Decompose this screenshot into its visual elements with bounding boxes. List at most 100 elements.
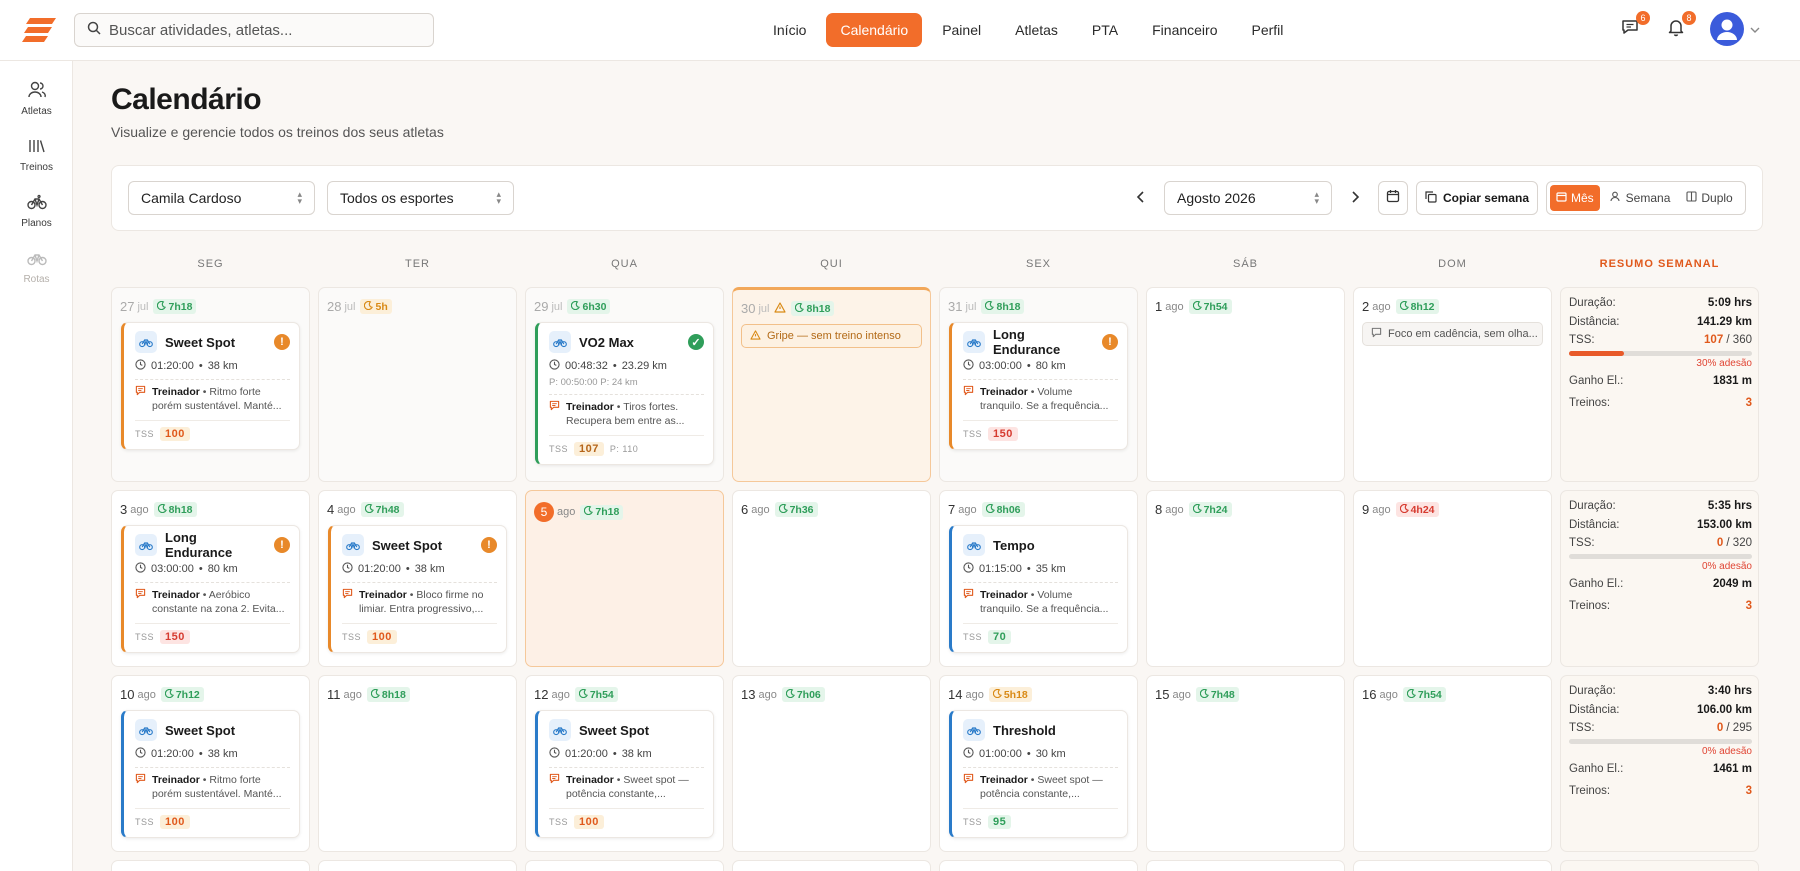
workout-card[interactable]: Sweet Spot 01:20:00 • 38 km Treinador • Swee…	[535, 710, 714, 838]
sleep-hours-value: 8h18	[806, 302, 831, 315]
view-month-button[interactable]: Mês	[1550, 185, 1600, 211]
nav-atletas[interactable]: Atletas	[1001, 13, 1072, 47]
tss-row: TSS 100	[342, 623, 497, 652]
user-menu[interactable]	[1710, 12, 1760, 46]
day-cell[interactable]: 12 ago 7h54 Sweet Spot 01:20:00 • 38 km Treinad…	[525, 675, 724, 852]
summary-tss-value-group: 0 / 295	[1717, 722, 1752, 734]
tss-planned: P: 110	[609, 444, 639, 454]
notifications-button[interactable]: 8	[1664, 11, 1696, 41]
next-month-button[interactable]	[1350, 190, 1360, 209]
day-cell[interactable]: 29 jul 6h30 VO2 Max ✓ 00:48:32 • 23.29 km P: 00:…	[525, 287, 724, 482]
nav-financeiro[interactable]: Financeiro	[1138, 13, 1231, 47]
workout-name: Long Endurance	[993, 327, 1061, 357]
nav-perfil[interactable]: Perfil	[1238, 13, 1298, 47]
nav-painel[interactable]: Painel	[928, 13, 995, 47]
workout-card[interactable]: VO2 Max ✓ 00:48:32 • 23.29 km P: 00:50:00 P: …	[535, 322, 714, 465]
sleep-hours-badge: 7h54	[1402, 687, 1446, 702]
day-cell[interactable]: 11 ago 8h18	[318, 675, 517, 852]
day-cell[interactable]	[732, 860, 931, 871]
day-cell[interactable]	[318, 860, 517, 871]
coach-note-body: Treinador • Sweet spot — potência consta…	[980, 774, 1103, 800]
app-logo[interactable]	[18, 14, 58, 46]
search-input[interactable]	[109, 21, 409, 39]
sleep-hours-value: 7h24	[1203, 503, 1228, 516]
divider	[342, 582, 497, 583]
day-cell[interactable]: 10 ago 7h12 Sweet Spot 01:20:00 • 38 km Treinad…	[111, 675, 310, 852]
day-cell[interactable]	[1353, 860, 1552, 871]
prev-month-button[interactable]	[1136, 190, 1146, 209]
sidebar-item-treinos[interactable]: Treinos	[0, 137, 73, 173]
tss-value: 100	[574, 815, 604, 829]
month-select[interactable]: Agosto 2026 ▴ ▾	[1164, 181, 1332, 215]
nav-pta[interactable]: PTA	[1078, 13, 1132, 47]
workout-card[interactable]: Sweet Spot! 01:20:00 • 38 km Treinador • Rit…	[121, 322, 300, 450]
day-cell[interactable]	[1146, 860, 1345, 871]
day-cell[interactable]: 16 ago 7h54	[1353, 675, 1552, 852]
day-cell[interactable]: 8 ago 7h24	[1146, 490, 1345, 667]
sick-note-text: Gripe — sem treino intenso	[767, 330, 901, 342]
day-cell[interactable]: 3 ago 8h18 Long Endurance! 03:00:00 • 80 km Tre…	[111, 490, 310, 667]
tss-label: TSS	[135, 817, 155, 827]
sidebar-item-planos[interactable]: Planos	[0, 193, 73, 229]
sleep-hours-badge: 8h06	[981, 502, 1025, 517]
messages-button[interactable]: 6	[1618, 11, 1650, 41]
day-header: 5 ago 7h18	[534, 502, 624, 522]
workout-card[interactable]: Long Endurance! 03:00:00 • 80 km Treinador •…	[121, 525, 300, 653]
day-cell[interactable]: 30 jul 8h18 Gripe — sem treino intenso	[732, 287, 931, 482]
nav-calendario[interactable]: Calendário	[826, 13, 923, 47]
sidebar-item-atletas[interactable]: Atletas	[0, 81, 73, 117]
day-cell[interactable]: 27 jul 7h18 Sweet Spot! 01:20:00 • 38 km Treina…	[111, 287, 310, 482]
sleep-hours-value: 7h06	[796, 688, 821, 701]
day-cell[interactable]: 1 ago 7h54	[1146, 287, 1345, 482]
day-cell[interactable]: 4 ago 7h48 Sweet Spot! 01:20:00 • 38 km Treinad…	[318, 490, 517, 667]
view-double-button[interactable]: Duplo	[1680, 185, 1738, 211]
athlete-select-value: Camila Cardoso	[141, 190, 242, 206]
sick-note[interactable]: Gripe — sem treino intenso	[741, 324, 922, 348]
athlete-select[interactable]: Camila Cardoso ▴ ▾	[128, 181, 315, 215]
moon-icon	[364, 300, 374, 313]
sport-select[interactable]: Todos os esportes ▴ ▾	[327, 181, 514, 215]
workout-card[interactable]: Sweet Spot 01:20:00 • 38 km Treinador • Ritm…	[121, 710, 300, 838]
updown-icon: ▴ ▾	[1314, 189, 1319, 206]
day-cell[interactable]: 14 ago 5h18 Threshold 01:00:00 • 30 km Treinado…	[939, 675, 1138, 852]
day-cell[interactable]: 5 ago 7h18	[525, 490, 724, 667]
day-header: 3 ago 8h18	[120, 502, 197, 517]
day-cell[interactable]: 31 jul 8h18 Long Endurance! 03:00:00 • 80 km Tr…	[939, 287, 1138, 482]
summary-workouts: Treinos: 3	[1569, 597, 1752, 616]
weekday-header: QUI	[820, 258, 843, 270]
copy-week-button[interactable]: Copiar semana	[1416, 181, 1538, 215]
view-week-button[interactable]: Semana	[1604, 185, 1677, 211]
sleep-hours-badge: 7h18	[580, 504, 624, 520]
clock-icon	[135, 562, 146, 576]
day-cell[interactable]: 28 jul 5h	[318, 287, 517, 482]
message-icon	[549, 773, 560, 801]
search-box[interactable]	[74, 13, 434, 47]
day-cell[interactable]: 13 ago 7h06	[732, 675, 931, 852]
workout-card[interactable]: Long Endurance! 03:00:00 • 80 km Treinador •…	[949, 322, 1128, 450]
message-icon	[135, 773, 146, 801]
day-cell[interactable]: 7 ago 8h06 Tempo 01:15:00 • 35 km Treinador • V…	[939, 490, 1138, 667]
day-cell[interactable]	[939, 860, 1138, 871]
tss-label: TSS	[549, 444, 569, 454]
workout-card[interactable]: Threshold 01:00:00 • 30 km Treinador • Sweet…	[949, 710, 1128, 838]
workout-card[interactable]: Sweet Spot! 01:20:00 • 38 km Treinador • Blo…	[328, 525, 507, 653]
day-cell[interactable]: 6 ago 7h36	[732, 490, 931, 667]
day-cell[interactable]	[525, 860, 724, 871]
date-picker-button[interactable]	[1378, 181, 1408, 215]
sidebar-item-rotas[interactable]: Rotas	[0, 249, 73, 285]
coach-note: Treinador • Aeróbico constante na zona 2…	[135, 588, 290, 616]
summary-tss-value: 0	[1716, 722, 1724, 735]
sleep-hours-value: 7h48	[1210, 688, 1235, 701]
day-note[interactable]: Foco em cadência, sem olha...	[1362, 322, 1543, 346]
summary-distance: Distância: 106.00 km	[1569, 701, 1752, 720]
workout-card[interactable]: Tempo 01:15:00 • 35 km Treinador • Volume tr…	[949, 525, 1128, 653]
day-cell[interactable]: 9 ago 4h24	[1353, 490, 1552, 667]
nav-inicio[interactable]: Início	[759, 13, 820, 47]
coach-note-body: Treinador • Aeróbico constante na zona 2…	[152, 589, 285, 615]
day-cell[interactable]: 2 ago 8h12 Foco em cadência, sem olha...	[1353, 287, 1552, 482]
calendar-toolbar: Camila Cardoso ▴ ▾ Todos os esportes ▴ ▾ A…	[111, 165, 1763, 231]
weekly-summary-header: RESUMO SEMANAL	[1599, 258, 1720, 270]
sleep-hours-value: 7h54	[1203, 300, 1228, 313]
day-cell[interactable]	[111, 860, 310, 871]
day-cell[interactable]: 15 ago 7h48	[1146, 675, 1345, 852]
